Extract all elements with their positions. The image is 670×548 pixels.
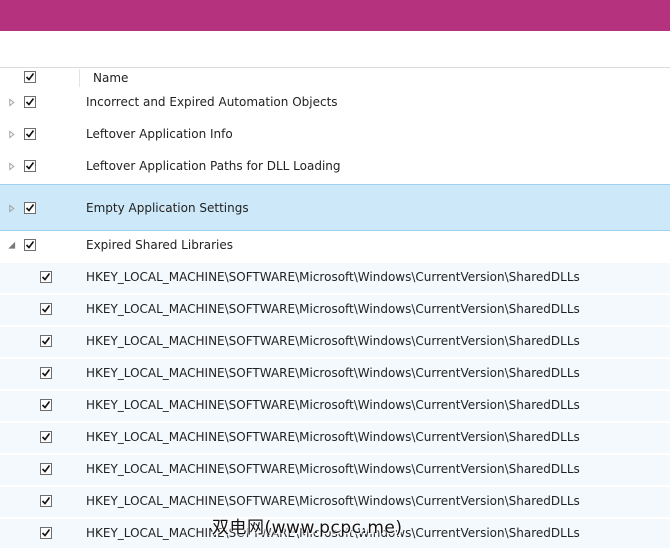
registry-entry-checkbox[interactable]: [40, 527, 52, 539]
category-label: Expired Shared Libraries: [86, 238, 234, 252]
category-label: Empty Application Settings: [86, 201, 249, 215]
registry-entry-label: HKEY_LOCAL_MACHINE\SOFTWARE\Microsoft\Wi…: [86, 430, 580, 444]
triangle-right-icon[interactable]: [8, 130, 16, 139]
check-icon: [41, 305, 51, 313]
category-row[interactable]: Incorrect and Expired Automation Objects: [0, 88, 670, 118]
registry-entry-row[interactable]: HKEY_LOCAL_MACHINE\SOFTWARE\Microsoft\Wi…: [0, 391, 670, 421]
check-icon: [41, 497, 51, 505]
triangle-right-icon[interactable]: [8, 162, 16, 171]
registry-entry-row[interactable]: HKEY_LOCAL_MACHINE\SOFTWARE\Microsoft\Wi…: [0, 327, 670, 357]
watermark: 双电网(www.pcpc.me): [212, 518, 403, 538]
triangle-right-icon[interactable]: [8, 98, 16, 107]
registry-entry-label: HKEY_LOCAL_MACHINE\SOFTWARE\Microsoft\Wi…: [86, 270, 580, 284]
check-icon: [25, 204, 35, 212]
registry-entry-label: HKEY_LOCAL_MACHINE\SOFTWARE\Microsoft\Wi…: [86, 462, 580, 476]
results-tree[interactable]: Incorrect and Expired Automation Objects…: [0, 88, 670, 548]
registry-entry-checkbox[interactable]: [40, 463, 52, 475]
registry-entry-checkbox[interactable]: [40, 495, 52, 507]
category-label: Incorrect and Expired Automation Objects: [86, 95, 338, 109]
category-row[interactable]: Expired Shared Libraries: [0, 231, 670, 261]
registry-entry-label: HKEY_LOCAL_MACHINE\SOFTWARE\Microsoft\Wi…: [86, 334, 580, 348]
category-label: Leftover Application Paths for DLL Loadi…: [86, 159, 341, 173]
registry-entry-checkbox[interactable]: [40, 367, 52, 379]
check-icon: [41, 337, 51, 345]
registry-entry-row[interactable]: HKEY_LOCAL_MACHINE\SOFTWARE\Microsoft\Wi…: [0, 359, 670, 389]
select-all-checkbox[interactable]: [24, 71, 36, 83]
check-icon: [25, 130, 35, 138]
category-checkbox[interactable]: [24, 202, 36, 214]
column-header: Name: [0, 68, 670, 88]
registry-entry-row[interactable]: HKEY_LOCAL_MACHINE\SOFTWARE\Microsoft\Wi…: [0, 423, 670, 453]
category-row[interactable]: Leftover Application Info: [0, 120, 670, 150]
category-checkbox[interactable]: [24, 96, 36, 108]
registry-entry-checkbox[interactable]: [40, 399, 52, 411]
registry-entry-label: HKEY_LOCAL_MACHINE\SOFTWARE\Microsoft\Wi…: [86, 398, 580, 412]
registry-entry-row[interactable]: HKEY_LOCAL_MACHINE\SOFTWARE\Microsoft\Wi…: [0, 455, 670, 485]
triangle-down-icon[interactable]: [8, 241, 16, 250]
registry-entry-row[interactable]: HKEY_LOCAL_MACHINE\SOFTWARE\Microsoft\Wi…: [0, 263, 670, 293]
registry-entry-checkbox[interactable]: [40, 335, 52, 347]
category-label: Leftover Application Info: [86, 127, 233, 141]
registry-entry-checkbox[interactable]: [40, 431, 52, 443]
registry-entry-label: HKEY_LOCAL_MACHINE\SOFTWARE\Microsoft\Wi…: [86, 366, 580, 380]
toolbar: [0, 31, 670, 68]
title-bar: [0, 0, 670, 31]
check-icon: [41, 401, 51, 409]
registry-entry-checkbox[interactable]: [40, 271, 52, 283]
check-icon: [41, 529, 51, 537]
registry-entry-row[interactable]: HKEY_LOCAL_MACHINE\SOFTWARE\Microsoft\Wi…: [0, 295, 670, 325]
check-icon: [41, 273, 51, 281]
category-row[interactable]: Empty Application Settings: [0, 184, 670, 231]
check-icon: [25, 241, 35, 249]
category-checkbox[interactable]: [24, 160, 36, 172]
registry-entry-checkbox[interactable]: [40, 303, 52, 315]
category-checkbox[interactable]: [24, 128, 36, 140]
check-icon: [41, 369, 51, 377]
category-checkbox[interactable]: [24, 239, 36, 251]
category-row[interactable]: Leftover Application Paths for DLL Loadi…: [0, 152, 670, 182]
check-icon: [41, 465, 51, 473]
check-icon: [41, 433, 51, 441]
check-icon: [25, 162, 35, 170]
check-icon: [25, 73, 35, 81]
triangle-right-icon[interactable]: [8, 204, 16, 213]
name-column-header[interactable]: Name: [93, 71, 128, 85]
check-icon: [25, 98, 35, 106]
column-separator[interactable]: [79, 69, 80, 87]
registry-entry-label: HKEY_LOCAL_MACHINE\SOFTWARE\Microsoft\Wi…: [86, 494, 580, 508]
registry-entry-label: HKEY_LOCAL_MACHINE\SOFTWARE\Microsoft\Wi…: [86, 302, 580, 316]
